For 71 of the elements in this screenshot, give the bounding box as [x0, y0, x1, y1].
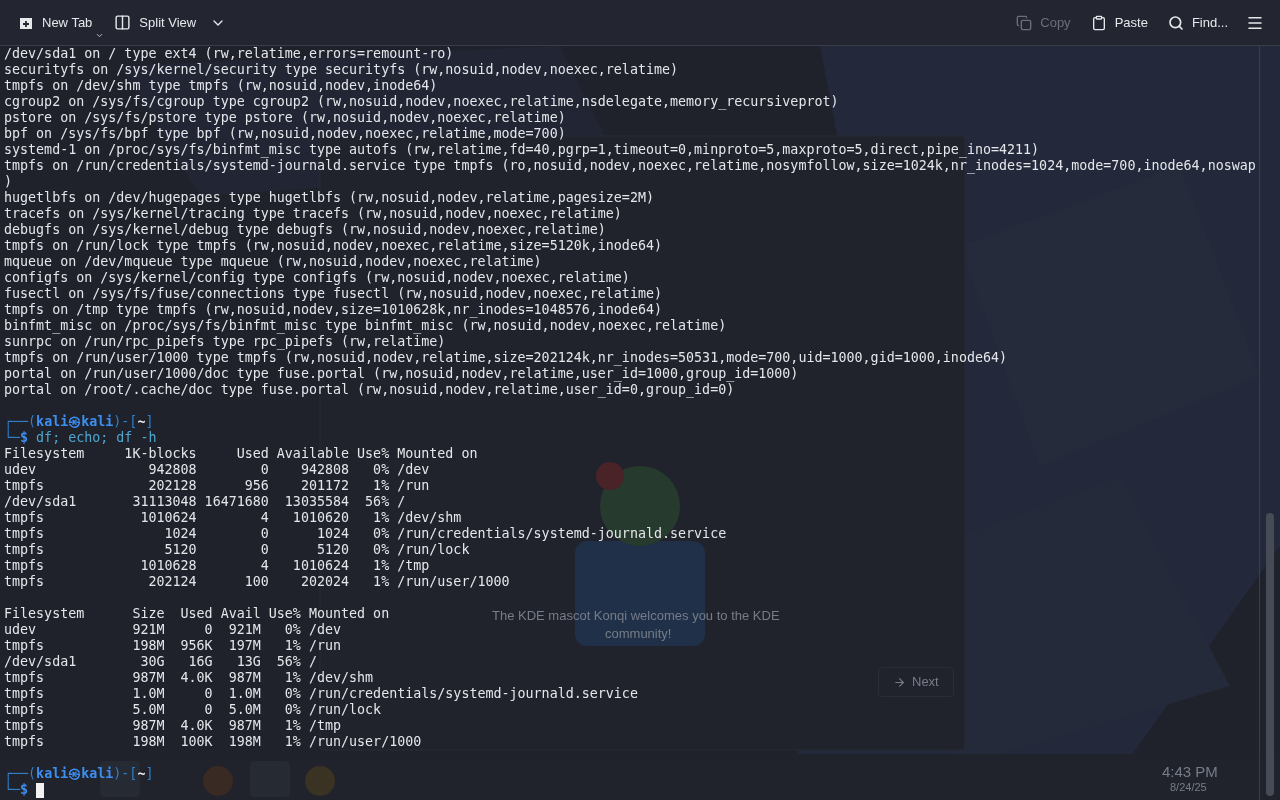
new-tab-button[interactable]: New Tab — [10, 5, 101, 40]
terminal-line: /dev/sda1 on / type ext4 (rw,relatime,errors=remount-ro) — [4, 46, 454, 62]
prompt-sign: $ — [20, 430, 29, 446]
split-view-button[interactable]: Split View — [106, 5, 235, 40]
prompt-frame: └─ — [4, 430, 21, 446]
prompt-directory: ~ — [137, 766, 146, 782]
prompt-frame: ┌──( — [4, 414, 37, 430]
terminal-line: tmpfs 5.0M 0 5.0M 0% /run/lock — [4, 702, 382, 718]
terminal-line: tmpfs 202124 100 202024 1% /run/user/1000 — [4, 574, 510, 590]
clock-time: 4:43 PM — [1162, 763, 1218, 780]
terminal-line: tmpfs on /tmp type tmpfs (rw,nosuid,nodev,size=1010628k,nr_inodes=1048576,inode64) — [4, 302, 662, 318]
prompt-user: kali㉿kali — [36, 414, 114, 430]
terminal-line: tmpfs 1010624 4 1010620 1% /dev/shm — [4, 510, 462, 526]
terminal-line: tmpfs 1024 0 1024 0% /run/credentials/systemd-journald.service — [4, 526, 727, 542]
prompt-frame: ] — [145, 766, 154, 782]
terminal-line: tmpfs 1.0M 0 1.0M 0% /run/credentials/systemd-journald.service — [4, 686, 638, 702]
terminal-line: tmpfs on /run/credentials/systemd-journald.service type tmpfs (ro,nosuid,nodev,noexec,relatime,nosymfollow,size=1024k,nr_inodes=1024,mode=700,inode64,noswap — [4, 158, 1256, 174]
text-cursor — [36, 782, 45, 798]
prompt-sign: $ — [20, 782, 29, 798]
terminal-line: /dev/sda1 31113048 16471680 13035584 56% / — [4, 494, 406, 510]
search-icon — [1167, 14, 1184, 31]
terminal-line: /dev/sda1 30G 16G 13G 56% / — [4, 654, 317, 670]
terminal-line: configfs on /sys/kernel/config type configfs (rw,nosuid,nodev,noexec,relatime) — [4, 270, 630, 286]
copy-icon — [1016, 14, 1033, 31]
terminal-line: tmpfs on /run/user/1000 type tmpfs (rw,nosuid,nodev,relatime,size=202124k,nr_inodes=50531,mode=700,uid=1000,gid=1000,inode64) — [4, 350, 1008, 366]
terminal-line: tmpfs 198M 100K 198M 1% /run/user/1000 — [4, 734, 422, 750]
terminal-line: udev 921M 0 921M 0% /dev — [4, 622, 342, 638]
prompt-frame: ] — [145, 414, 154, 430]
prompt-user: kali㉿kali — [36, 766, 114, 782]
terminal-line: tracefs on /sys/kernel/tracing type tracefs (rw,nosuid,nodev,noexec,relatime) — [4, 206, 622, 222]
prompt-frame: )-[ — [113, 766, 138, 782]
terminal-line: Filesystem Size Used Avail Use% Mounted on — [4, 606, 390, 622]
terminal-line: sunrpc on /run/rpc_pipefs type rpc_pipefs (rw,relatime) — [4, 334, 446, 350]
terminal-line: ) — [4, 174, 13, 190]
terminal-line: udev 942808 0 942808 0% /dev — [4, 462, 430, 478]
paste-button[interactable]: Paste — [1082, 5, 1156, 40]
terminal-line: tmpfs on /dev/shm type tmpfs (rw,nosuid,nodev,inode64) — [4, 78, 438, 94]
terminal-line: tmpfs 1010628 4 1010624 1% /tmp — [4, 558, 430, 574]
terminal-line: tmpfs on /run/lock type tmpfs (rw,nosuid,nodev,noexec,relatime,size=5120k,inode64) — [4, 238, 662, 254]
clipboard-icon — [1090, 14, 1107, 31]
terminal-line: tmpfs 5120 0 5120 0% /run/lock — [4, 542, 470, 558]
terminal-line: pstore on /sys/fs/pstore type pstore (rw,nosuid,nodev,noexec,relatime) — [4, 110, 566, 126]
terminal-line: tmpfs 198M 956K 197M 1% /run — [4, 638, 342, 654]
terminal-line: fusectl on /sys/fs/fuse/connections type fusectl (rw,nosuid,nodev,noexec,relatime) — [4, 286, 662, 302]
split-view-icon — [114, 14, 132, 31]
terminal-line: tmpfs 202128 956 201172 1% /run — [4, 478, 430, 494]
terminal-line: debugfs on /sys/kernel/debug type debugfs (rw,nosuid,nodev,noexec,relatime) — [4, 222, 606, 238]
prompt-frame: └─ — [4, 782, 21, 798]
terminal-line: Filesystem 1K-blocks Used Available Use% Mounted on — [4, 446, 478, 462]
welcome-caption: community! — [605, 625, 672, 643]
prompt-frame: )-[ — [113, 414, 138, 430]
terminal-line: bpf on /sys/fs/bpf type bpf (rw,nosuid,nodev,noexec,relatime,mode=700) — [4, 126, 566, 142]
next-button[interactable]: Next — [878, 667, 954, 697]
terminal-line: tmpfs 987M 4.0K 987M 1% /dev/shm — [4, 670, 374, 686]
terminal-line: portal on /root/.cache/doc type fuse.portal (rw,nosuid,nodev,relatime,user_id=0,group_id=0) — [4, 382, 735, 398]
prompt-frame: ┌──( — [4, 766, 37, 782]
terminal-line: portal on /run/user/1000/doc type fuse.portal (rw,nosuid,nodev,relatime,user_id=1000,group_id=1000) — [4, 366, 799, 382]
terminal-line: tmpfs 987M 4.0K 987M 1% /tmp — [4, 718, 342, 734]
terminal-line: cgroup2 on /sys/fs/cgroup type cgroup2 (rw,nosuid,nodev,noexec,relatime,nsdelegate,memory_recursiveprot) — [4, 94, 839, 110]
command-text: df; echo; df -h — [36, 430, 157, 446]
clock-date: 8/24/25 — [1170, 781, 1207, 794]
arrow-right-icon — [893, 675, 906, 689]
terminal-line: securityfs on /sys/kernel/security type securityfs (rw,nosuid,nodev,noexec,relatime) — [4, 62, 679, 78]
terminal-line: hugetlbfs on /dev/hugepages type hugetlbfs (rw,nosuid,nodev,relatime,pagesize=2M) — [4, 190, 654, 206]
terminal-line: systemd-1 on /proc/sys/fs/binfmt_misc type autofs (rw,relatime,fd=40,pgrp=1,timeout=0,minproto=5,maxproto=5,direct,pipe_ino=4211) — [4, 142, 1040, 158]
terminal-line: binfmt_misc on /proc/sys/fs/binfmt_misc type binfmt_misc (rw,nosuid,nodev,noexec,relatime) — [4, 318, 727, 334]
scrollbar[interactable] — [1266, 513, 1274, 796]
find-button[interactable]: Find... — [1159, 5, 1236, 40]
prompt-directory: ~ — [137, 414, 146, 430]
terminal-line: mqueue on /dev/mqueue type mqueue (rw,nosuid,nodev,noexec,relatime) — [4, 254, 542, 270]
welcome-caption: The KDE mascot Konqi welcomes you to the KDE — [492, 607, 780, 625]
